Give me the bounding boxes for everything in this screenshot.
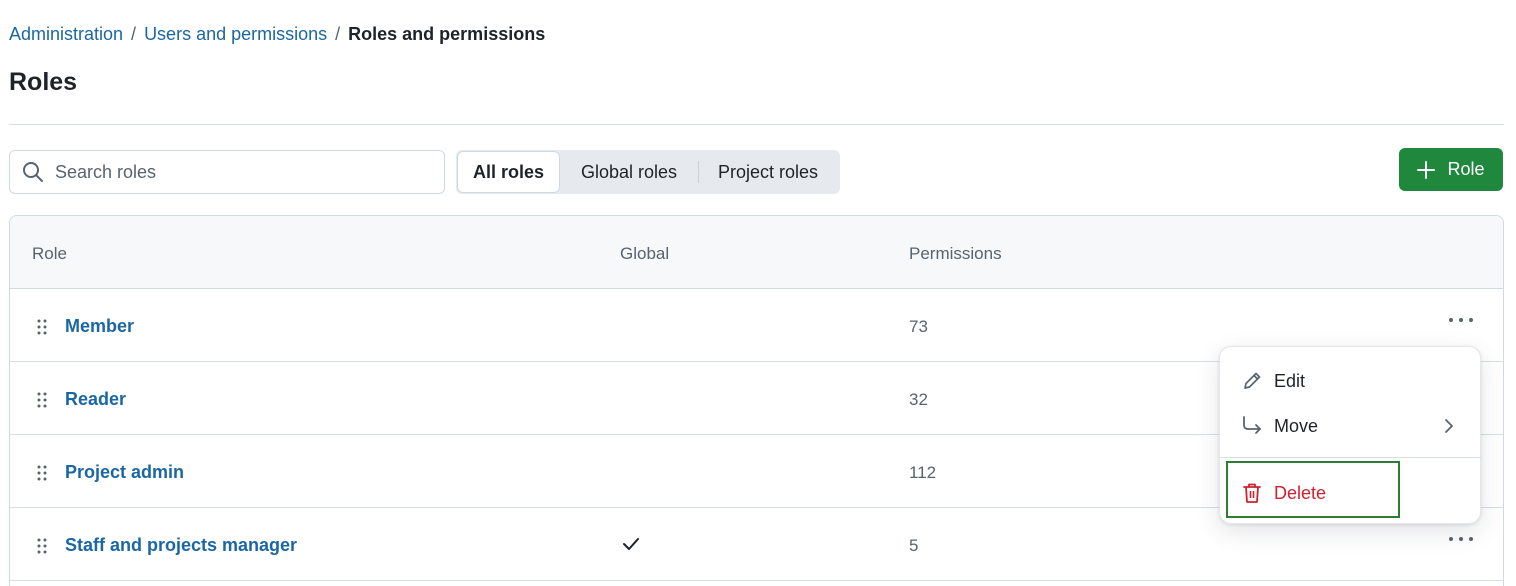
plus-icon	[1417, 160, 1436, 179]
menu-item-edit-label: Edit	[1274, 370, 1306, 391]
arrow-turn-icon	[1243, 416, 1261, 434]
more-actions-icon[interactable]	[1447, 532, 1475, 546]
permissions-count: 73	[909, 317, 928, 336]
search-icon	[23, 162, 43, 182]
filter-project-roles[interactable]: Project roles	[698, 151, 838, 193]
menu-divider	[1220, 457, 1482, 458]
drag-handle-icon[interactable]	[37, 538, 47, 554]
breadcrumb-current: Roles and permissions	[348, 23, 546, 44]
drag-handle-icon[interactable]	[37, 392, 47, 408]
permissions-count: 32	[909, 390, 928, 409]
roles-page: Administration / Users and permissions /…	[0, 0, 1516, 586]
breadcrumb-separator: /	[335, 23, 341, 44]
breadcrumb-users-and-permissions[interactable]: Users and permissions	[144, 24, 327, 45]
breadcrumb-administration[interactable]: Administration	[9, 24, 123, 45]
menu-item-move[interactable]: Move	[1220, 405, 1482, 447]
permissions-count: 112	[909, 463, 937, 482]
chevron-right-icon	[1445, 419, 1453, 433]
check-icon	[623, 538, 639, 550]
table-header: Role Global Permissions	[10, 216, 1503, 289]
page-title: Roles	[9, 68, 78, 96]
role-name-link[interactable]: Project admin	[65, 462, 184, 483]
drag-handle-icon[interactable]	[37, 465, 47, 481]
role-name-link[interactable]: Member	[65, 316, 134, 337]
role-filter: All roles Global roles Project roles	[456, 150, 840, 194]
filter-all-roles[interactable]: All roles	[457, 151, 560, 193]
drag-handle-icon[interactable]	[37, 319, 47, 335]
menu-item-move-label: Move	[1274, 415, 1319, 436]
search-input[interactable]	[55, 161, 435, 183]
header-divider	[9, 124, 1504, 125]
column-header-role: Role	[32, 244, 67, 263]
column-header-global: Global	[620, 244, 670, 263]
pencil-icon	[1244, 372, 1261, 389]
permissions-count: 5	[909, 536, 919, 555]
search-box[interactable]	[9, 150, 445, 194]
add-role-label: Role	[1447, 159, 1485, 179]
breadcrumb: Administration / Users and permissions /…	[9, 22, 545, 46]
trash-icon	[1243, 483, 1261, 503]
add-role-button[interactable]: Role	[1399, 148, 1503, 191]
role-actions-menu: Edit Move Delete	[1219, 346, 1482, 524]
menu-item-edit[interactable]: Edit	[1220, 360, 1482, 402]
role-name-link[interactable]: Reader	[65, 389, 126, 410]
breadcrumb-separator: /	[131, 23, 137, 44]
more-actions-icon[interactable]	[1447, 313, 1475, 327]
filter-global-roles[interactable]: Global roles	[560, 151, 698, 193]
menu-item-delete[interactable]: Delete	[1220, 472, 1482, 514]
role-name-link[interactable]: Staff and projects manager	[65, 535, 297, 556]
menu-item-delete-label: Delete	[1274, 482, 1327, 503]
column-header-permissions: Permissions	[909, 244, 1002, 263]
